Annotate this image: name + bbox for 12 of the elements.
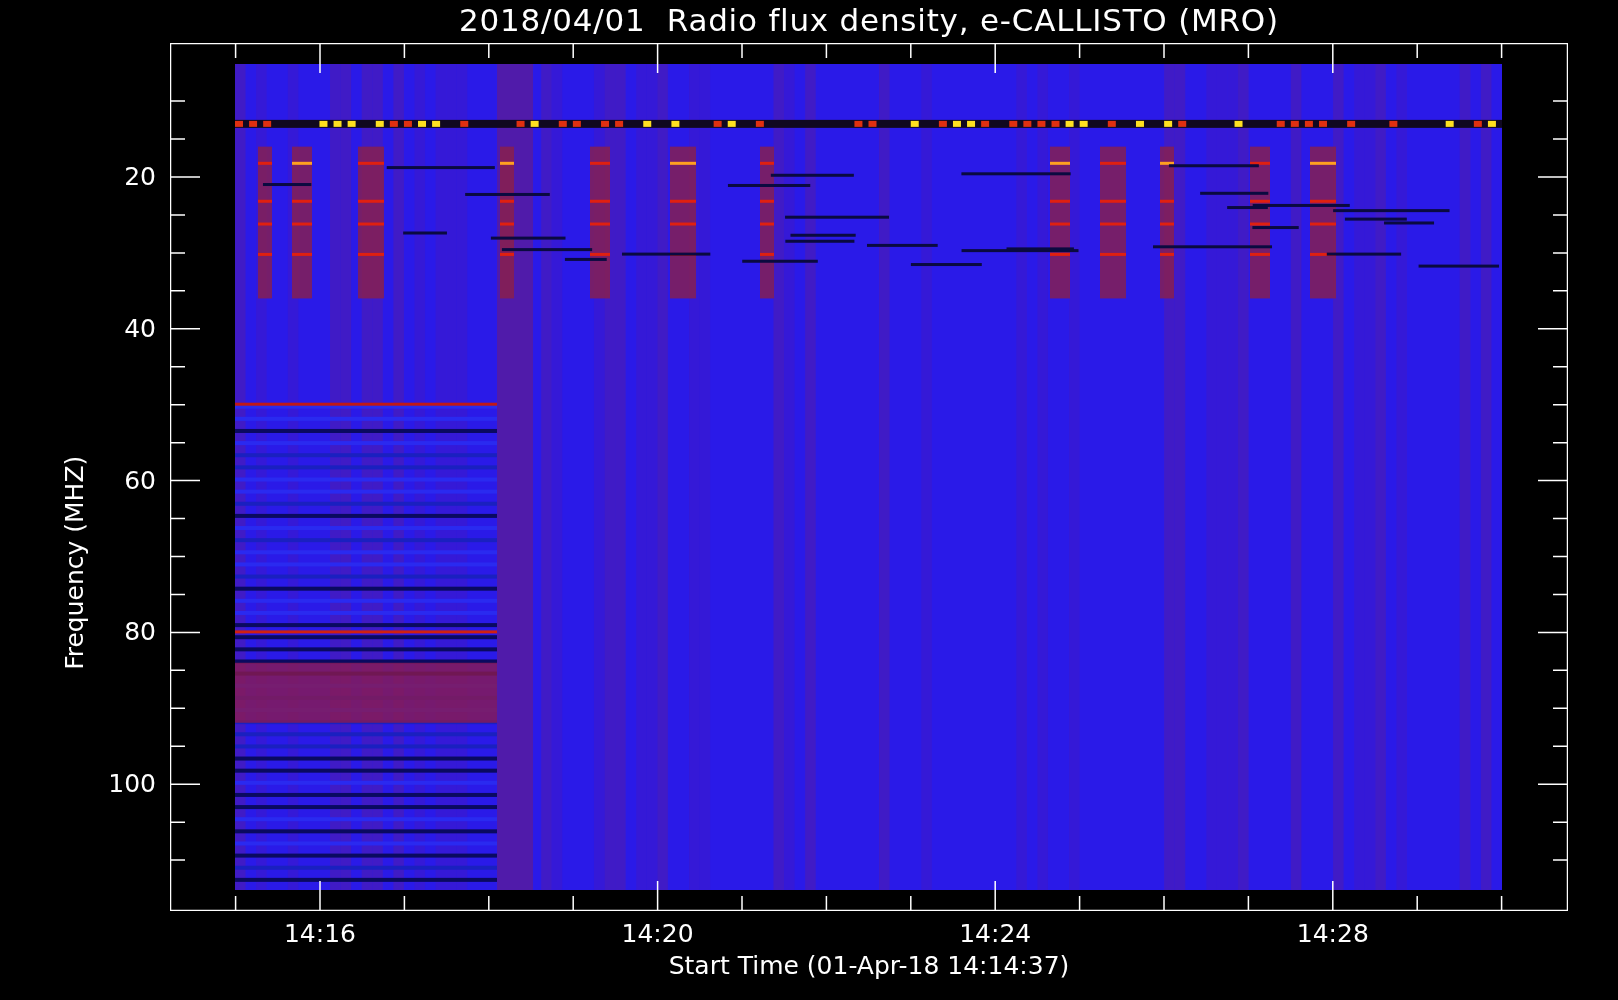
y-tick-label: 80 bbox=[124, 617, 156, 648]
x-tick-label: 14:20 bbox=[620, 918, 695, 950]
x-tick-label: 14:24 bbox=[958, 918, 1033, 950]
x-axis-label: Start Time (01-Apr-18 14:14:37) bbox=[667, 951, 1071, 981]
x-tick-label: 14:28 bbox=[1295, 918, 1370, 950]
y-axis-label: Frequency (MHZ) bbox=[59, 455, 91, 671]
y-tick-label: 60 bbox=[124, 465, 156, 496]
x-tick-label: 14:16 bbox=[282, 918, 357, 950]
y-tick-label: 100 bbox=[108, 769, 156, 800]
y-tick-label: 40 bbox=[124, 313, 156, 344]
chart-title: 2018/04/01 Radio flux density, e-CALLISTO (MRO) bbox=[458, 1, 1280, 40]
y-tick-label: 20 bbox=[124, 162, 156, 192]
